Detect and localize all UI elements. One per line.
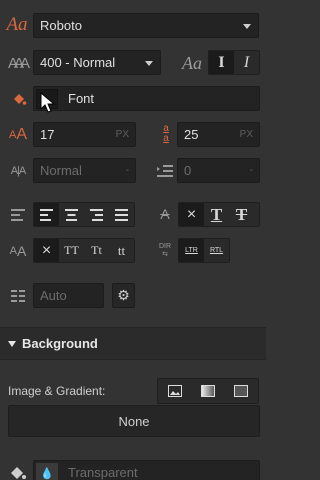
direction-rtl-button[interactable]: RTL xyxy=(204,239,229,262)
font-size-input[interactable]: 17 PX xyxy=(33,122,136,147)
font-color-field[interactable]: Font xyxy=(33,86,260,111)
font-weight-select[interactable]: 400 - Normal xyxy=(33,50,161,75)
text-align-toggle[interactable] xyxy=(33,202,135,227)
align-right-icon xyxy=(90,208,103,221)
text-direction-toggle[interactable]: LTR RTL xyxy=(178,238,230,263)
bg-image-button[interactable] xyxy=(158,379,191,403)
background-color-value: Transparent xyxy=(68,465,138,480)
background-section-header[interactable]: Background xyxy=(0,327,266,360)
decoration-underline-button[interactable]: T xyxy=(204,203,229,226)
background-color-field[interactable]: Transparent xyxy=(33,460,260,480)
text-indent-icon xyxy=(155,160,175,182)
letter-spacing-unit: - xyxy=(125,165,129,176)
columns-input[interactable]: Auto xyxy=(33,283,104,308)
line-height-unit: PX xyxy=(239,129,253,140)
font-size-unit: PX xyxy=(115,129,129,140)
background-image-list[interactable]: None xyxy=(8,405,260,437)
background-color-swatch[interactable]: 💧 xyxy=(36,463,58,480)
font-weight-value: 400 - Normal xyxy=(40,55,116,70)
font-size-value: 17 xyxy=(40,127,55,142)
columns-settings-button[interactable]: ⚙ xyxy=(112,283,135,308)
background-section-title: Background xyxy=(22,336,98,351)
gear-icon: ⚙ xyxy=(117,287,130,303)
align-right-button[interactable] xyxy=(84,203,109,226)
text-direction-icon: DIR ⇆ xyxy=(158,243,172,258)
background-color-icon xyxy=(7,463,29,480)
text-indent-unit: - xyxy=(249,165,253,176)
decoration-strike-button[interactable]: T xyxy=(229,203,254,226)
line-height-input[interactable]: 25 PX xyxy=(177,122,260,147)
image-icon xyxy=(167,385,182,397)
font-family-value: Roboto xyxy=(40,18,82,33)
image-gradient-label: Image & Gradient: xyxy=(8,384,106,398)
case-upper-button[interactable]: TT xyxy=(59,239,84,262)
font-size-icon: AA xyxy=(8,126,27,143)
text-align-icon xyxy=(8,205,28,225)
align-justify-button[interactable] xyxy=(109,203,134,226)
direction-label: DIR xyxy=(158,243,172,250)
line-height-icon: aa xyxy=(163,123,169,144)
bg-gradient-button[interactable] xyxy=(191,379,224,403)
solid-color-icon xyxy=(234,385,249,397)
align-left-icon xyxy=(40,208,53,221)
font-style-toggle[interactable]: I I xyxy=(208,50,260,75)
columns-icon xyxy=(8,286,28,306)
font-family-icon: Aa xyxy=(6,14,28,35)
case-none-button[interactable]: × xyxy=(34,239,59,262)
decoration-none-button[interactable]: × xyxy=(179,203,204,226)
align-justify-icon xyxy=(115,208,128,221)
paint-bucket-icon xyxy=(8,88,30,110)
text-decoration-toggle[interactable]: × T T xyxy=(178,202,260,227)
font-family-select[interactable]: Roboto xyxy=(33,13,259,38)
chevron-down-icon xyxy=(145,61,153,66)
font-weight-icon: AAA xyxy=(7,54,30,72)
text-decoration-icon: A xyxy=(160,206,170,222)
triangle-down-icon xyxy=(8,340,16,347)
align-left-button[interactable] xyxy=(34,203,59,226)
text-case-toggle[interactable]: × TT Tt tt xyxy=(33,238,135,263)
text-indent-value: 0 xyxy=(184,163,192,178)
columns-value: Auto xyxy=(40,288,67,303)
text-indent-input[interactable]: 0 - xyxy=(177,158,260,183)
align-center-icon xyxy=(65,208,78,221)
letter-spacing-input[interactable]: Normal - xyxy=(33,158,136,183)
style-normal-button[interactable]: I xyxy=(209,51,234,74)
case-lower-button[interactable]: tt xyxy=(109,239,134,262)
drop-icon: 💧 xyxy=(40,467,54,480)
letter-spacing-icon: A|A xyxy=(10,165,27,177)
font-color-label: Font xyxy=(68,91,95,106)
direction-ltr-button[interactable]: LTR xyxy=(179,239,204,262)
background-type-toggle[interactable] xyxy=(157,378,259,404)
chevron-down-icon xyxy=(243,24,251,29)
font-style-icon: Aa xyxy=(182,52,202,73)
text-case-icon: AA xyxy=(9,243,27,259)
letter-spacing-value: Normal xyxy=(40,163,82,178)
bg-solid-button[interactable] xyxy=(225,379,258,403)
cursor-pointer-icon xyxy=(40,91,58,117)
style-italic-button[interactable]: I xyxy=(234,51,259,74)
line-height-value: 25 xyxy=(184,127,199,142)
case-capitalize-button[interactable]: Tt xyxy=(84,239,109,262)
gradient-icon xyxy=(200,385,215,397)
background-image-value: None xyxy=(118,413,150,429)
align-center-button[interactable] xyxy=(59,203,84,226)
